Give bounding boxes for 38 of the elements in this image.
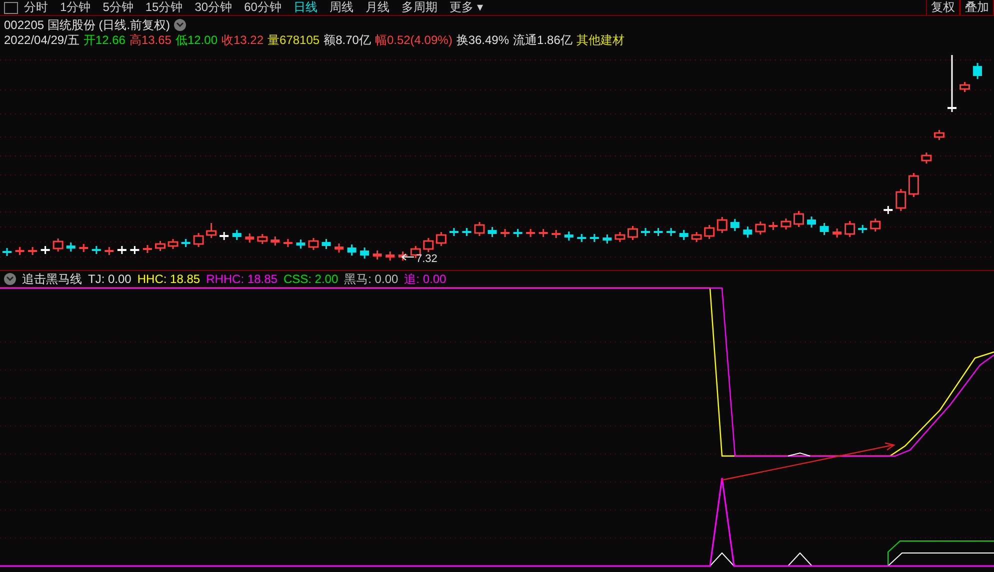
indicator-value: HHC: 18.85 — [137, 270, 200, 288]
quote-field: 幅0.52(4.09%) — [374, 33, 452, 47]
toolbar-button[interactable]: 复权 — [926, 0, 960, 15]
quote-field: 2022/04/29/五 — [4, 33, 80, 47]
quote-field: 流通1.86亿 — [513, 33, 572, 47]
period-tab[interactable]: 更多 ▾ — [449, 0, 483, 15]
toolbar-button[interactable]: 叠加 — [960, 0, 994, 15]
period-tab[interactable]: 周线 — [329, 0, 354, 15]
indicator-value: RHHC: 18.85 — [206, 270, 278, 288]
quote-field: 开12.66 — [83, 33, 126, 47]
small-peak-line — [788, 452, 810, 456]
stock-title: 002205 国统股份 (日线.前复权) — [4, 17, 170, 34]
dropdown-icon[interactable] — [4, 272, 16, 284]
quote-field: 额8.70亿 — [324, 33, 371, 47]
quote-field: 收13.22 — [222, 33, 264, 47]
period-tab[interactable]: 分时 — [24, 0, 48, 15]
indicator-name: 追击黑马线 — [22, 270, 82, 288]
indicator-value: TJ: 0.00 — [88, 270, 132, 288]
quote-field: 其他建材 — [576, 33, 624, 47]
low-price-label: 7.32 — [416, 253, 438, 265]
quote-field: 量678105 — [268, 33, 320, 47]
indicator-value: 黑马: 0.00 — [344, 270, 398, 288]
menu-icon[interactable] — [4, 2, 18, 14]
indicator-value: 追: 0.00 — [404, 270, 446, 288]
period-tab[interactable]: 60分钟 — [244, 0, 282, 15]
quote-field: 换36.49% — [456, 33, 510, 47]
period-tab[interactable]: 多周期 — [401, 0, 438, 15]
period-tab[interactable]: 5分钟 — [102, 0, 134, 15]
period-tab[interactable]: 月线 — [365, 0, 390, 15]
dropdown-icon[interactable] — [174, 19, 186, 31]
low-price-arrow — [401, 254, 414, 260]
period-tab[interactable]: 日线 — [293, 0, 318, 15]
indicator-value: CSS: 2.00 — [283, 270, 338, 288]
period-tab[interactable]: 1分钟 — [60, 0, 91, 15]
quote-field: 低12.00 — [175, 33, 218, 47]
quote-field: 高13.65 — [129, 33, 172, 47]
period-tab[interactable]: 30分钟 — [194, 0, 232, 15]
period-tab[interactable]: 15分钟 — [145, 0, 183, 15]
